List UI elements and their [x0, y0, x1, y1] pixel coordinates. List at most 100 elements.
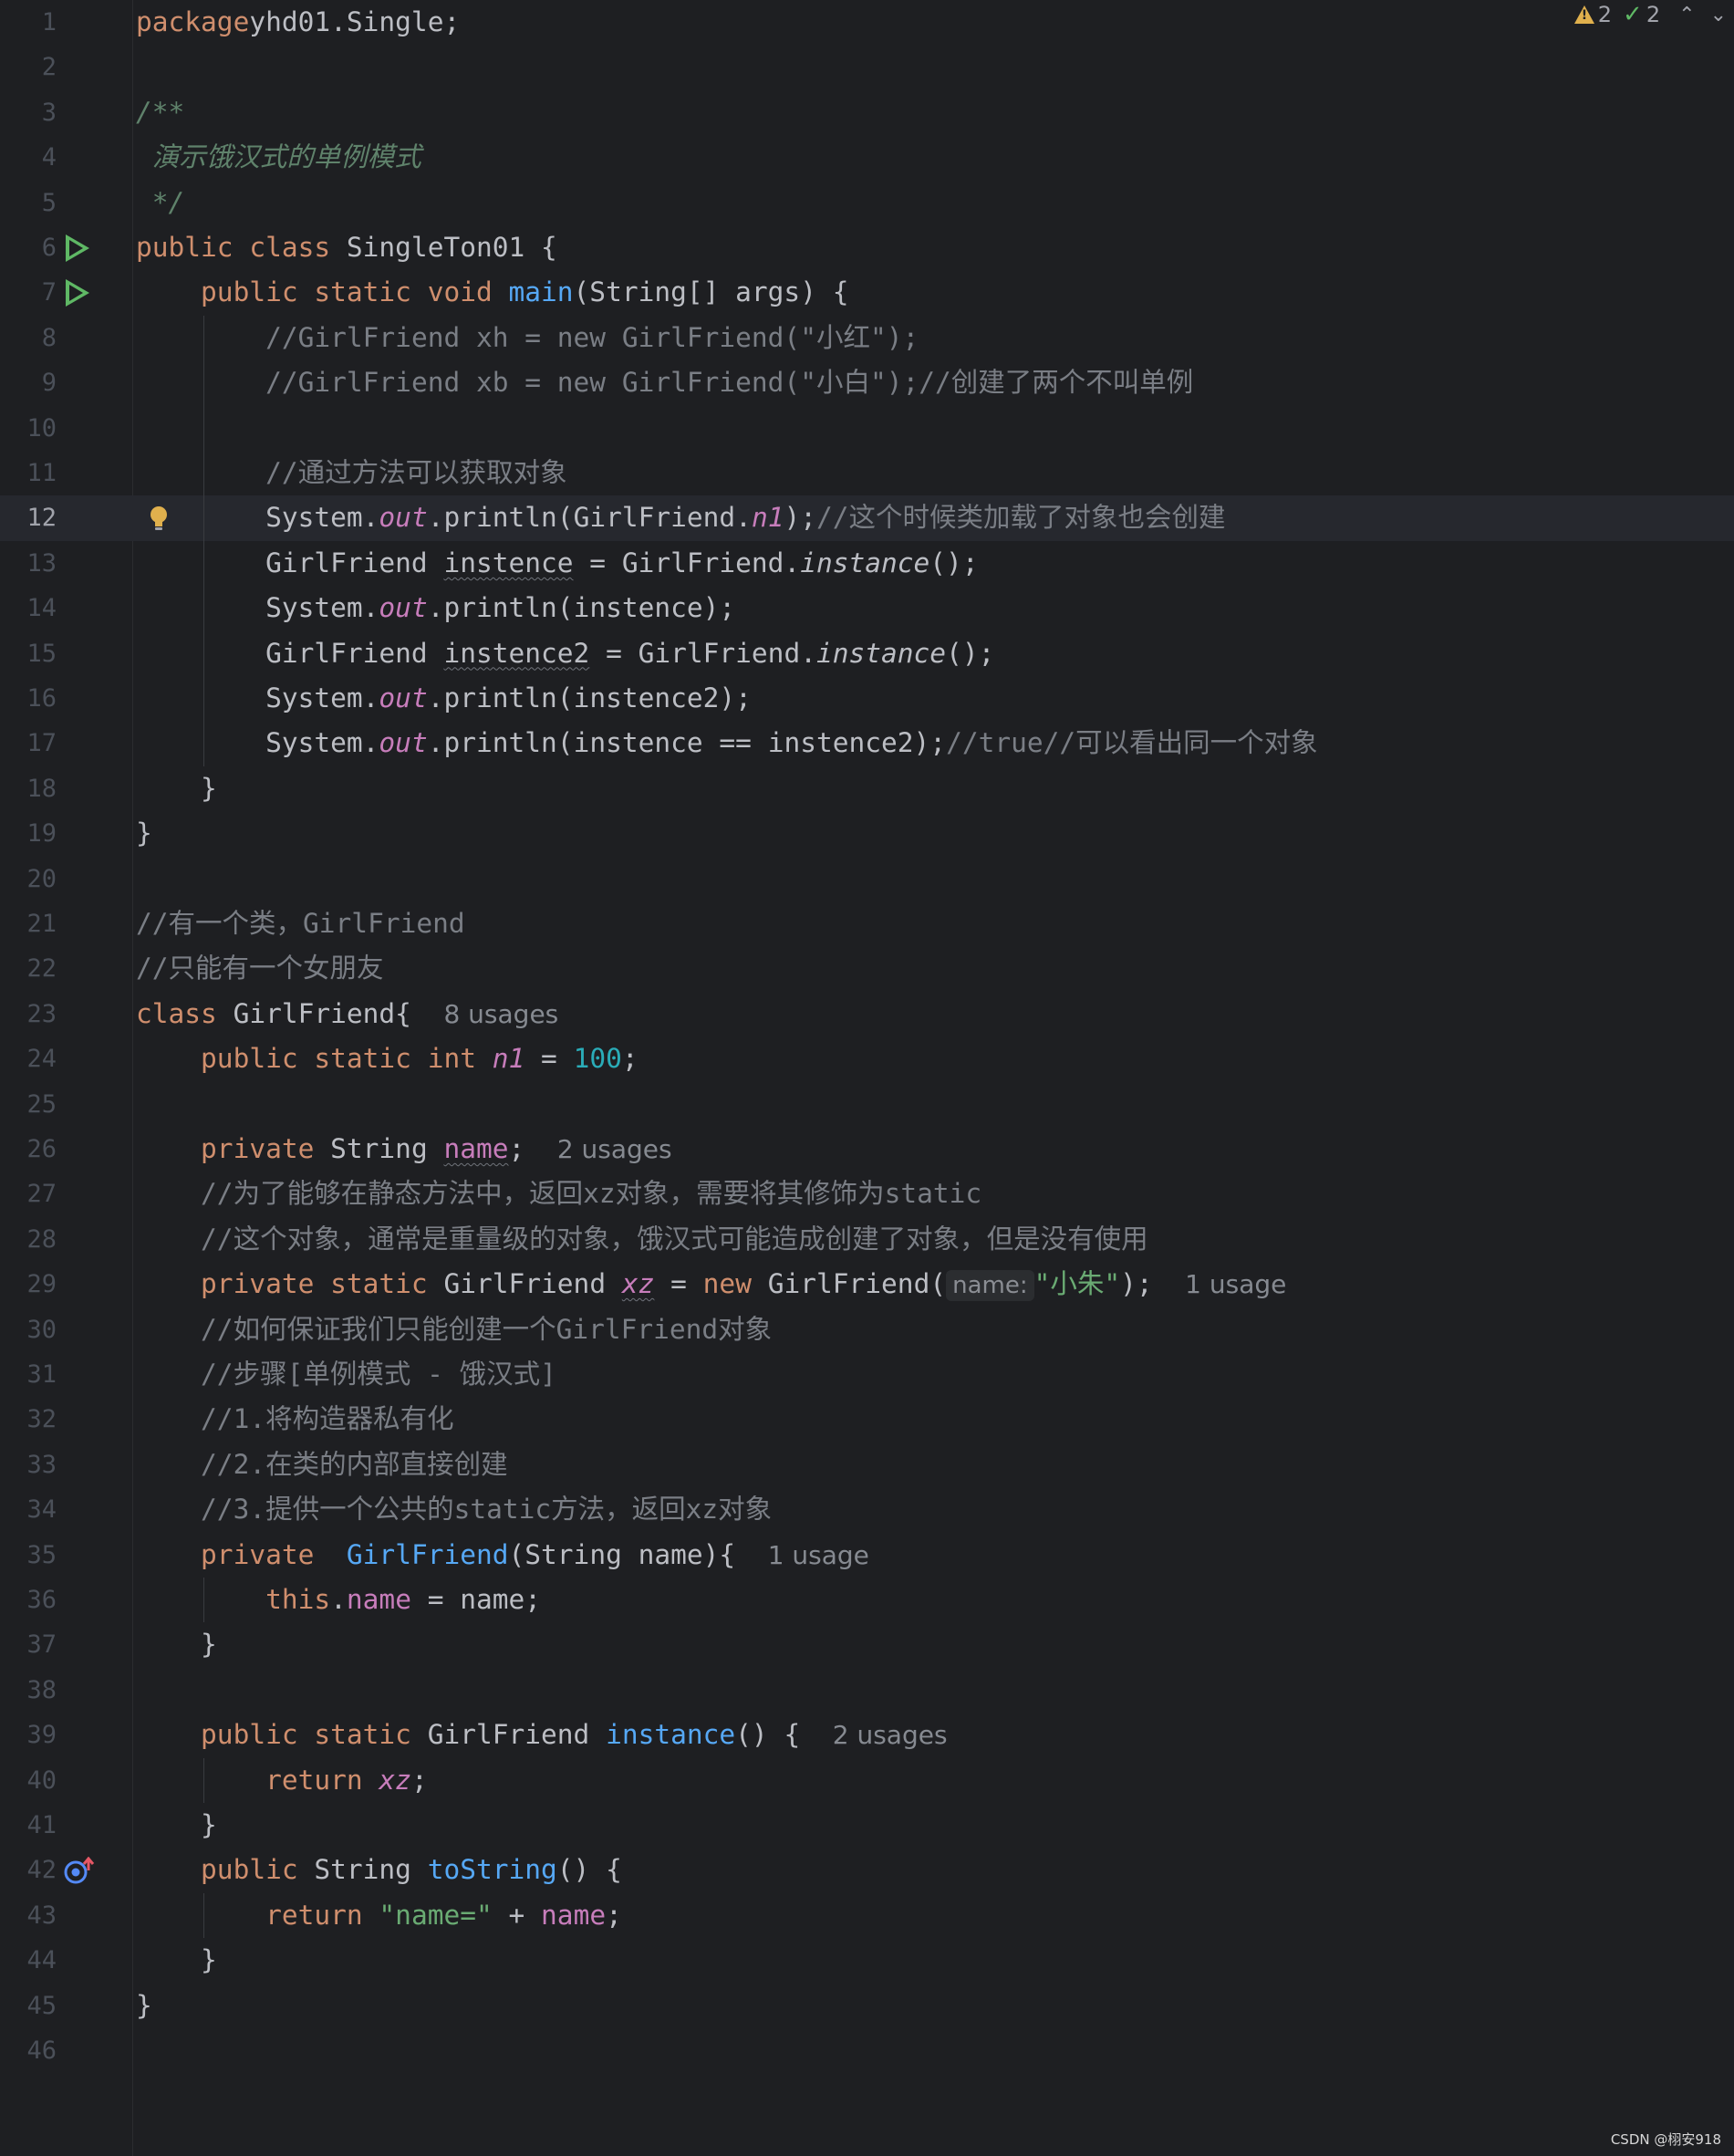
line-code[interactable]: //如何保证我们只能创建一个GirlFriend对象: [136, 1307, 772, 1352]
code-line[interactable]: 18 }: [0, 766, 1734, 811]
line-code[interactable]: //有一个类，GirlFriend: [136, 901, 465, 946]
code-line[interactable]: 31 //步骤[单例模式 - 饿汉式]: [0, 1352, 1734, 1397]
line-code[interactable]: //1.将构造器私有化: [136, 1397, 454, 1442]
code-line[interactable]: 6 public class SingleTon01 {: [0, 225, 1734, 270]
line-code[interactable]: public static GirlFriend instance() { 2 …: [136, 1713, 948, 1757]
code-line[interactable]: 40 return xz;: [0, 1758, 1734, 1803]
code-line[interactable]: 10: [0, 406, 1734, 451]
code-line[interactable]: 29 private static GirlFriend xz = new Gi…: [0, 1262, 1734, 1307]
code-line[interactable]: 22 //只能有一个女朋友: [0, 946, 1734, 991]
line-code[interactable]: System.out.println(instence2);: [136, 676, 752, 721]
line-code[interactable]: 演示饿汉式的单例模式: [136, 135, 421, 180]
code-line[interactable]: 44 }: [0, 1938, 1734, 1983]
code-line[interactable]: 9 //GirlFriend xb = new GirlFriend("小白")…: [0, 360, 1734, 405]
code-line[interactable]: 15 GirlFriend instence2 = GirlFriend.ins…: [0, 631, 1734, 676]
warnings-indicator[interactable]: 2: [1573, 2, 1612, 27]
ok-indicator[interactable]: ✓ 2: [1623, 1, 1660, 28]
line-code[interactable]: return xz;: [136, 1758, 428, 1803]
line-code[interactable]: }: [136, 1803, 217, 1848]
code-line[interactable]: 30 //如何保证我们只能创建一个GirlFriend对象: [0, 1307, 1734, 1352]
line-code[interactable]: //步骤[单例模式 - 饿汉式]: [136, 1352, 556, 1397]
line-code[interactable]: public static void main(String[] args) {: [136, 270, 848, 315]
code-line[interactable]: 23 class GirlFriend{ 8 usages: [0, 992, 1734, 1036]
code-line[interactable]: 21 //有一个类，GirlFriend: [0, 901, 1734, 946]
line-code[interactable]: GirlFriend instence = GirlFriend.instanc…: [136, 541, 979, 586]
previous-highlight-icon[interactable]: ⌃: [1678, 4, 1695, 26]
code-line[interactable]: 43 return "name=" + name;: [0, 1893, 1734, 1938]
usages-hint[interactable]: 1 usage: [1185, 1269, 1286, 1299]
line-code[interactable]: //2.在类的内部直接创建: [136, 1443, 508, 1487]
line-code[interactable]: }: [136, 1984, 152, 2028]
line-code[interactable]: GirlFriend instence2 = GirlFriend.instan…: [136, 631, 994, 676]
line-code[interactable]: private GirlFriend(String name){ 1 usage: [136, 1533, 869, 1578]
code-line[interactable]: 3 /**: [0, 90, 1734, 135]
code-line[interactable]: 26 private String name; 2 usages: [0, 1127, 1734, 1172]
code-line[interactable]: 16 System.out.println(instence2);: [0, 676, 1734, 721]
code-line[interactable]: 46: [0, 2028, 1734, 2073]
code-line[interactable]: 35 private GirlFriend(String name){ 1 us…: [0, 1533, 1734, 1578]
line-code[interactable]: //只能有一个女朋友: [136, 946, 384, 991]
code-line[interactable]: 19}: [0, 811, 1734, 856]
line-code[interactable]: this.name = name;: [136, 1578, 541, 1622]
inspection-widget[interactable]: 2 ✓ 2 ⌃ ⌄: [1573, 0, 1734, 29]
code-line[interactable]: 41 }: [0, 1803, 1734, 1848]
usages-hint[interactable]: 8 usages: [443, 999, 558, 1029]
code-line[interactable]: 42 public String toString() {: [0, 1848, 1734, 1892]
code-line[interactable]: 24 public static int n1 = 100;: [0, 1036, 1734, 1081]
code-line[interactable]: 12 System.out.println(GirlFriend.n1);//这…: [0, 495, 1734, 541]
line-code[interactable]: //GirlFriend xh = new GirlFriend("小红");: [136, 316, 919, 360]
line-code[interactable]: System.out.println(GirlFriend.n1);//这个时候…: [136, 495, 1225, 540]
line-code[interactable]: return "name=" + name;: [136, 1893, 622, 1938]
usages-hint[interactable]: 2 usages: [557, 1134, 672, 1164]
code-line[interactable]: 39 public static GirlFriend instance() {…: [0, 1713, 1734, 1757]
line-code[interactable]: }: [136, 766, 217, 811]
code-line[interactable]: 7 public static void main(String[] args)…: [0, 270, 1734, 315]
line-code[interactable]: class GirlFriend{ 8 usages: [136, 992, 558, 1036]
line-code[interactable]: public static int n1 = 100;: [136, 1036, 639, 1081]
code-line[interactable]: 13 GirlFriend instence = GirlFriend.inst…: [0, 541, 1734, 586]
line-code[interactable]: }: [136, 1938, 217, 1983]
code-line[interactable]: 14 System.out.println(instence);: [0, 586, 1734, 630]
line-code[interactable]: //3.提供一个公共的static方法，返回xz对象: [136, 1487, 772, 1532]
code-line[interactable]: 36 this.name = name;: [0, 1578, 1734, 1622]
line-code[interactable]: System.out.println(instence == instence2…: [136, 721, 1318, 766]
code-line[interactable]: 45}: [0, 1984, 1734, 2028]
next-highlight-icon[interactable]: ⌄: [1710, 4, 1727, 26]
code-line[interactable]: 2: [0, 45, 1734, 89]
line-code[interactable]: private String name; 2 usages: [136, 1127, 672, 1172]
line-code[interactable]: }: [136, 1622, 217, 1667]
line-code[interactable]: public String toString() {: [136, 1848, 622, 1892]
code-line[interactable]: 32 //1.将构造器私有化: [0, 1397, 1734, 1442]
code-line[interactable]: 28 //这个对象，通常是重量级的对象，饿汉式可能造成创建了对象，但是没有使用: [0, 1217, 1734, 1262]
code-line[interactable]: 37 }: [0, 1622, 1734, 1667]
line-code[interactable]: System.out.println(instence);: [136, 586, 735, 630]
code-line[interactable]: 20: [0, 857, 1734, 901]
line-code[interactable]: private static GirlFriend xz = new GirlF…: [136, 1262, 1286, 1308]
code-line[interactable]: 4 演示饿汉式的单例模式: [0, 135, 1734, 180]
line-code[interactable]: //GirlFriend xb = new GirlFriend("小白");/…: [136, 360, 1193, 405]
lightbulb-icon[interactable]: [147, 505, 171, 532]
line-code[interactable]: */: [136, 181, 185, 225]
code-line[interactable]: 11 //通过方法可以获取对象: [0, 451, 1734, 495]
line-code[interactable]: /**: [136, 90, 184, 135]
code-line[interactable]: 17 System.out.println(instence == insten…: [0, 721, 1734, 766]
line-code[interactable]: //通过方法可以获取对象: [136, 451, 567, 495]
line-code[interactable]: packageyhd01.Single;: [136, 0, 460, 45]
usages-hint[interactable]: 1 usage: [768, 1540, 869, 1570]
code-line[interactable]: 38: [0, 1668, 1734, 1713]
line-code[interactable]: //这个对象，通常是重量级的对象，饿汉式可能造成创建了对象，但是没有使用: [136, 1217, 1148, 1262]
code-line[interactable]: 33 //2.在类的内部直接创建: [0, 1443, 1734, 1487]
code-line[interactable]: 34 //3.提供一个公共的static方法，返回xz对象: [0, 1487, 1734, 1532]
line-code[interactable]: //为了能够在静态方法中，返回xz对象，需要将其修饰为static: [136, 1172, 981, 1216]
run-icon[interactable]: [66, 279, 89, 307]
code-line[interactable]: 1 packageyhd01.Single;: [0, 0, 1734, 45]
run-icon[interactable]: [66, 234, 89, 262]
code-line[interactable]: 5 */: [0, 181, 1734, 225]
code-line[interactable]: 27 //为了能够在静态方法中，返回xz对象，需要将其修饰为static: [0, 1172, 1734, 1216]
line-code[interactable]: }: [136, 811, 152, 856]
code-editor[interactable]: 1 packageyhd01.Single; 2 3/** 4 演示饿汉式的单例模式 5 …: [0, 0, 1734, 2156]
overrides-method-icon[interactable]: [64, 1857, 95, 1886]
usages-hint[interactable]: 2 usages: [833, 1720, 948, 1750]
code-line[interactable]: 8 //GirlFriend xh = new GirlFriend("小红")…: [0, 316, 1734, 360]
line-code[interactable]: public class SingleTon01 {: [136, 225, 557, 270]
